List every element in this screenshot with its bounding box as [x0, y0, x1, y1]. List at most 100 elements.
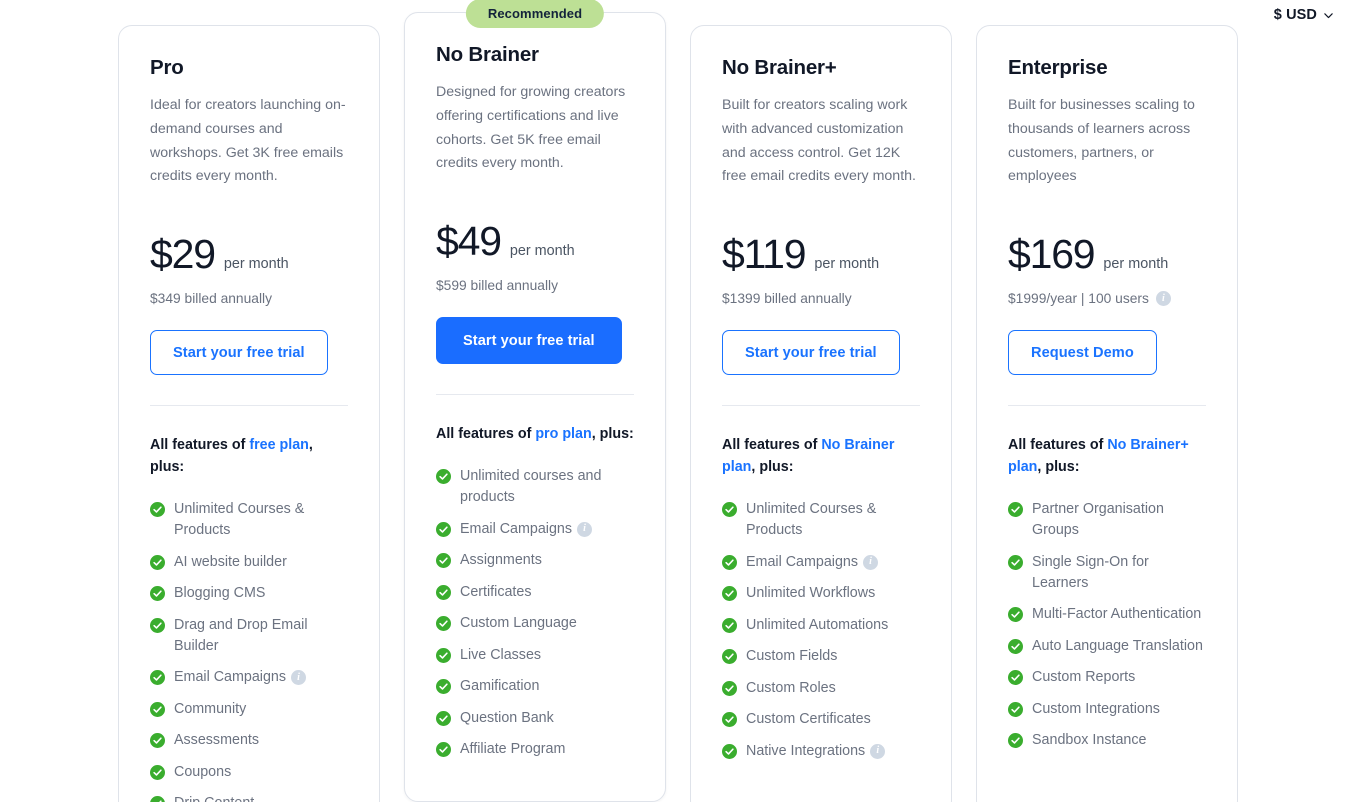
feature-label: Unlimited Courses & Products	[174, 501, 305, 538]
check-circle-icon	[1008, 701, 1023, 717]
feature-item: Custom Roles	[722, 678, 920, 699]
features-heading-prefix: All features of	[150, 437, 250, 453]
features-heading: All features of No Brainer+ plan, plus:	[1008, 434, 1206, 478]
check-circle-icon	[1008, 733, 1023, 748]
feature-info-icon[interactable]: i	[863, 554, 879, 570]
check-circle-icon	[150, 586, 165, 601]
feature-item: Email Campaigns i	[436, 519, 634, 540]
price-row: $49 per month	[436, 221, 634, 262]
price-period: per month	[509, 243, 575, 259]
feature-label: Community	[174, 700, 247, 717]
features-plan-link[interactable]: pro plan	[535, 426, 591, 442]
feature-item: Unlimited Automations	[722, 615, 920, 636]
billing-note: $599 billed annually	[436, 278, 634, 293]
feature-label: Unlimited courses and products	[460, 468, 602, 505]
feature-label: Assignments	[460, 552, 542, 568]
feature-item: Auto Language Translation	[1008, 636, 1206, 657]
feature-item: Live Classes	[436, 645, 634, 666]
feature-label: Custom Certificates	[746, 711, 871, 727]
section-divider	[436, 394, 634, 395]
feature-label: Blogging CMS	[174, 585, 266, 601]
feature-label: Drag and Drop Email Builder	[174, 616, 308, 654]
feature-label: Custom Language	[460, 615, 577, 631]
pricing-cards: Pro Ideal for creators launching on-deman…	[0, 0, 1356, 802]
price-amount: $119	[722, 231, 807, 277]
feature-label: Coupons	[174, 763, 232, 780]
feature-item: Single Sign-On for Learners	[1008, 552, 1206, 594]
billing-info-icon[interactable]: i	[1155, 291, 1171, 306]
section-divider	[722, 405, 920, 406]
check-circle-icon	[722, 554, 737, 570]
check-circle-icon	[436, 742, 451, 757]
feature-label: Unlimited Workflows	[746, 585, 876, 601]
check-circle-icon	[722, 680, 737, 696]
feature-label: Email Campaigns	[174, 669, 287, 685]
feature-info-icon[interactable]: i	[291, 670, 307, 685]
features-heading-suffix: , plus:	[751, 459, 794, 475]
check-circle-icon	[1008, 554, 1023, 570]
feature-item: Custom Certificates	[722, 709, 920, 730]
price-period: per month	[814, 256, 880, 272]
features-heading-prefix: All features of	[722, 437, 822, 453]
feature-list: Unlimited Courses & Products Email Campai…	[722, 499, 920, 762]
feature-label: Drip Content	[174, 793, 254, 802]
feature-item: Custom Integrations	[1008, 699, 1206, 720]
feature-label: Question Bank	[460, 709, 554, 726]
pricing-card-no-brainer: No Brainer+ Built for creators scaling wo…	[690, 25, 952, 802]
check-circle-icon	[436, 710, 451, 726]
plan-name: Enterprise	[1008, 56, 1108, 79]
feature-label: Email Campaigns	[460, 520, 573, 537]
billing-note: $1999/year | 100 users i	[1008, 291, 1206, 306]
billing-note: $1399 billed annually	[722, 291, 920, 306]
check-circle-icon	[150, 796, 165, 802]
check-circle-icon	[436, 469, 451, 484]
feature-list: Partner Organisation Groups Single Sign-O…	[1008, 499, 1206, 751]
feature-item: Gamification	[436, 676, 634, 697]
price-amount: $29	[150, 231, 216, 277]
check-circle-icon	[722, 502, 737, 517]
cta-button[interactable]: Request Demo	[1008, 330, 1157, 375]
feature-info-icon[interactable]: i	[870, 743, 886, 759]
features-heading-prefix: All features of	[436, 426, 536, 442]
feature-item: Email Campaigns i	[150, 667, 348, 688]
price-row: $169 per month	[1008, 234, 1206, 275]
cta-button[interactable]: Start your free trial	[722, 330, 900, 375]
feature-item: Multi-Factor Authentication	[1008, 604, 1206, 625]
check-circle-icon	[722, 743, 737, 759]
feature-label: Assessments	[174, 732, 260, 748]
feature-item: Email Campaigns i	[722, 552, 920, 573]
check-circle-icon	[436, 521, 451, 537]
check-circle-icon	[722, 617, 737, 633]
feature-item: Custom Fields	[722, 646, 920, 667]
section-divider	[1008, 405, 1206, 406]
feature-item: Certificates	[436, 582, 634, 603]
pricing-card-no-brainer: Recommended No Brainer Designed for growin…	[404, 0, 666, 802]
feature-item: Community	[150, 699, 348, 720]
check-circle-icon	[436, 584, 451, 600]
feature-label: Unlimited Automations	[746, 616, 889, 633]
feature-item: Custom Reports	[1008, 667, 1206, 688]
features-heading: All features of free plan, plus:	[150, 434, 348, 478]
feature-label: Email Campaigns	[746, 553, 859, 570]
cta-button[interactable]: Start your free trial	[436, 317, 622, 364]
billing-note-text: $349 billed annually	[150, 291, 272, 306]
features-plan-link[interactable]: free plan	[249, 437, 309, 453]
feature-info-icon[interactable]: i	[577, 521, 593, 537]
check-circle-icon	[1008, 607, 1023, 622]
price-row: $29 per month	[150, 234, 348, 275]
feature-item: Assessments	[150, 730, 348, 751]
features-heading-prefix: All features of	[1008, 437, 1108, 453]
feature-label: Native Integrations	[746, 742, 866, 759]
feature-label: Gamification	[460, 678, 540, 694]
check-circle-icon	[150, 670, 165, 685]
feature-item: AI website builder	[150, 552, 348, 573]
check-circle-icon	[150, 502, 165, 517]
feature-item: Coupons	[150, 762, 348, 783]
feature-label: Custom Reports	[1032, 669, 1136, 685]
billing-note-text: $599 billed annually	[436, 278, 558, 293]
feature-item: Partner Organisation Groups	[1008, 499, 1206, 541]
feature-item: Drag and Drop Email Builder	[150, 615, 348, 657]
cta-button[interactable]: Start your free trial	[150, 330, 328, 375]
price-period: per month	[223, 256, 289, 272]
check-circle-icon	[436, 553, 451, 568]
